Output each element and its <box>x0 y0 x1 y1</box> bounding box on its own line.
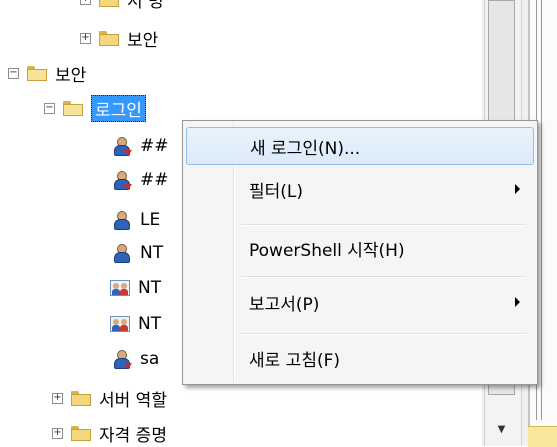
tree-item-label: ## <box>140 170 169 190</box>
expand-icon[interactable]: + <box>80 0 91 5</box>
tree-item-login[interactable]: NT <box>110 311 161 337</box>
tree-item-label: LE <box>140 210 161 230</box>
tree-item-label: 서 명 <box>127 0 164 12</box>
tree-item-label: NT <box>138 278 162 298</box>
tree-item-logins[interactable]: − 로그인 <box>44 94 146 122</box>
group-icon <box>110 314 132 334</box>
menu-item-label: 새로 고침(F) <box>249 350 341 371</box>
collapse-icon[interactable]: − <box>44 102 55 114</box>
tree-item-login[interactable]: sa <box>112 346 159 372</box>
menu-item-label: 보고서(P) <box>249 294 320 315</box>
group-icon <box>110 278 132 298</box>
folder-icon <box>27 65 47 81</box>
tree-item-server-roles[interactable]: + 서버 역할 <box>52 385 167 411</box>
expand-icon[interactable]: + <box>52 392 63 404</box>
folder-icon <box>63 100 83 116</box>
adjacent-pane-status <box>528 426 557 447</box>
folder-icon <box>99 30 119 46</box>
submenu-arrow-icon <box>515 297 520 307</box>
tree-item-login[interactable]: NT <box>110 275 161 301</box>
tree-item-security[interactable]: − 보안 <box>8 60 86 86</box>
tree-item-partial[interactable]: + 서 명 <box>80 0 164 12</box>
menu-item-label: PowerShell 시작(H) <box>249 240 405 261</box>
tree-item-label: NT <box>140 243 164 263</box>
menu-separator <box>241 276 526 278</box>
menu-item-label: 필터(L) <box>249 181 304 202</box>
tree-item-login[interactable]: NT <box>112 240 163 266</box>
tree-item-security-sub[interactable]: + 보안 <box>80 25 158 51</box>
tree-item-login[interactable]: ## <box>112 133 169 159</box>
menu-item-refresh[interactable]: 새로 고침(F) <box>186 339 534 377</box>
menu-separator <box>241 224 526 226</box>
tree-item-label: 보안 <box>127 30 159 51</box>
tree-item-label: 자격 증명 <box>99 425 167 446</box>
submenu-arrow-icon <box>515 184 520 194</box>
expand-icon[interactable]: + <box>80 32 91 44</box>
tree-item-label: 서버 역할 <box>99 390 167 411</box>
scroll-down-arrow-icon[interactable]: ▼ <box>488 412 515 446</box>
menu-item-label: 새 로그인(N)... <box>250 138 361 159</box>
tree-item-credentials[interactable]: + 자격 증명 <box>52 420 167 446</box>
collapse-icon[interactable]: − <box>8 67 19 79</box>
tree-item-label: NT <box>138 314 162 334</box>
folder-icon <box>71 390 91 406</box>
menu-item-powershell[interactable]: PowerShell 시작(H) <box>186 229 534 267</box>
menu-item-new-login[interactable]: 새 로그인(N)... <box>186 127 534 165</box>
tree-item-login[interactable]: LE <box>112 207 160 233</box>
expand-icon[interactable]: + <box>52 427 63 439</box>
folder-icon <box>99 0 119 7</box>
user-disabled-icon <box>112 136 132 156</box>
folder-icon <box>71 425 91 441</box>
context-menu: 새 로그인(N)... 필터(L) PowerShell 시작(H) 보고서(P… <box>182 120 538 385</box>
tree-item-label: 보안 <box>55 65 87 86</box>
tree-item-label: sa <box>140 349 160 369</box>
tree-item-login[interactable]: ## <box>112 167 169 193</box>
menu-separator <box>241 333 526 335</box>
user-disabled-icon <box>112 349 132 369</box>
user-disabled-icon <box>112 170 132 190</box>
tree-item-label-selected: 로그인 <box>91 94 146 122</box>
tree-item-label: ## <box>140 136 169 156</box>
menu-item-reports[interactable]: 보고서(P) <box>186 283 534 321</box>
user-icon <box>112 243 132 263</box>
menu-item-filter[interactable]: 필터(L) <box>186 170 534 208</box>
user-icon <box>112 210 132 230</box>
